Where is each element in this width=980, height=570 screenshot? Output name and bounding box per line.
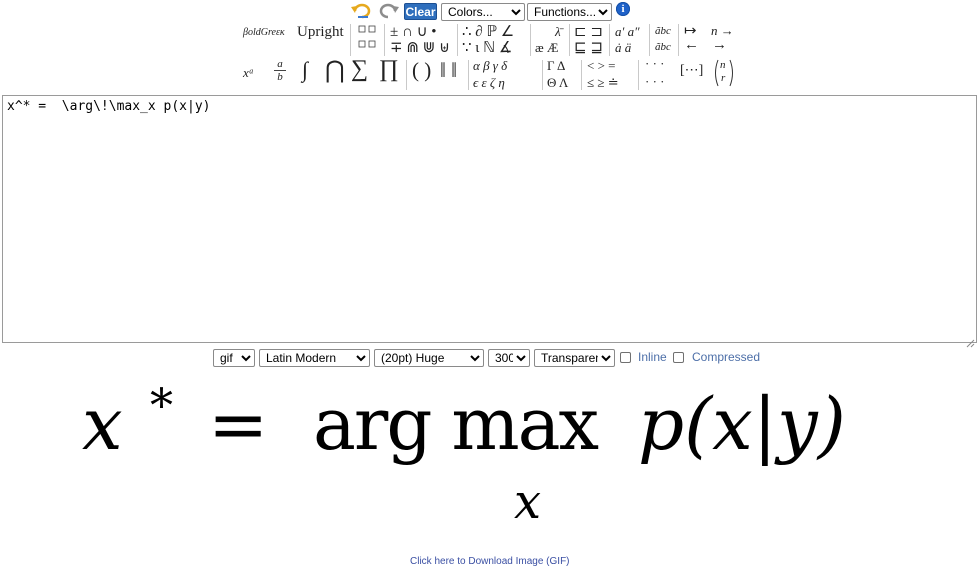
colors-select[interactable]: Colors... [441,3,525,21]
superscript-button[interactable]: xᵃ [243,65,254,81]
parentheses-button[interactable]: ( ) [412,58,431,83]
formula-lhs: x [82,382,123,466]
greek-upper-row1[interactable]: Γ Δ [547,58,565,74]
misc-symbols-row2[interactable]: ∵ ɩ ℕ ∡ [462,38,512,57]
hdots-button[interactable]: · · · [645,56,665,72]
greek-lower-row2[interactable]: ϵ ε ζ η [473,75,505,91]
toolbar-separator [649,24,650,56]
hdots-button-2[interactable]: · · · [645,74,665,90]
relations-row1[interactable]: < > = [587,58,616,74]
binomial-bottom: r [721,72,726,84]
compressed-checkbox[interactable] [673,352,684,363]
background-select[interactable]: Transparent [534,349,615,367]
toolbar-separator [638,60,639,90]
toolbar-separator [350,24,351,56]
fraction-button[interactable]: a b [274,58,286,83]
left-arrow-icon[interactable]: ← [684,37,699,54]
fraction-numerator: a [277,58,283,70]
ae-button[interactable]: æ Æ [535,40,558,56]
download-image-link[interactable]: Click here to Download Image (GIF) [410,556,570,567]
binary-ops-row2[interactable]: ∓ ⋒ ⋓ ⊎ [390,38,450,57]
right-arrow-icon[interactable]: → [712,37,727,54]
integral-icon[interactable]: ∫ [302,57,308,83]
upright-button[interactable]: Upright [297,24,344,41]
inline-label[interactable]: Inline [638,350,667,364]
greek-upper-row2[interactable]: Θ Λ [547,75,568,91]
redo-icon[interactable] [378,2,400,20]
functions-select[interactable]: Functions... [527,3,612,21]
toolbar-separator [406,60,407,90]
relations-row2[interactable]: ≤ ≥ ≐ [587,75,619,91]
toolbar-separator [609,24,610,56]
formula-equals: = [208,382,269,466]
dpi-select[interactable]: 300 [488,349,530,367]
bold-greek-button[interactable]: βoldGreεκ [243,27,285,38]
inline-checkbox[interactable] [620,352,631,363]
toolbar-separator [457,24,458,56]
clear-button[interactable]: Clear [404,3,437,20]
greek-lower-row1[interactable]: α β γ δ [473,58,507,74]
sum-icon[interactable]: ∑ [351,56,368,83]
dot-accents[interactable]: ȧ ä [615,40,631,56]
formula-operator: arg max [313,382,599,466]
size-select[interactable]: (20pt) Huge [374,349,484,367]
resize-handle-icon[interactable] [966,333,975,352]
widetilde-button[interactable]: ãbc [655,25,671,37]
fraction-denominator: b [274,70,286,83]
toolbar-separator [530,24,531,56]
matrix-icon[interactable]: [⋯] [680,62,703,79]
widehat-button[interactable]: ãbc [655,41,671,53]
toolbar-separator [678,24,679,56]
toolbar-separator [468,60,469,90]
prime-accents[interactable]: a′ a″ [615,24,640,40]
toolbar-separator [569,24,570,56]
toolbar-separator [542,60,543,90]
toolbar-separator [384,24,385,56]
product-icon[interactable]: ∏ [379,56,399,83]
lambda-bar-button[interactable]: λ̄ [555,24,561,40]
sub-sup-boxes-icon[interactable] [358,25,378,59]
formula-star: * [150,378,173,432]
formula-subscript: x [514,474,542,530]
format-select[interactable]: gif [213,349,255,367]
rendered-formula-image: x * = arg max x p(x|y) [80,378,910,543]
norm-button[interactable]: ‖ ‖ [440,58,457,83]
square-subset-row2[interactable]: ⊑ ⊒ [574,38,603,57]
toolbar-separator [581,60,582,90]
compressed-label[interactable]: Compressed [692,350,760,364]
info-icon[interactable]: i [616,2,630,16]
undo-icon[interactable] [350,2,372,20]
binomial-icon[interactable]: n r [712,58,736,88]
bigcap-icon[interactable]: ⋂ [325,56,345,85]
binomial-top: n [720,59,726,71]
latex-editor-textarea[interactable]: x^* = \arg\!\max_x p(x|y) [2,95,977,343]
formula-rhs: p(x|y) [638,382,846,466]
font-select[interactable]: Latin Modern [259,349,370,367]
